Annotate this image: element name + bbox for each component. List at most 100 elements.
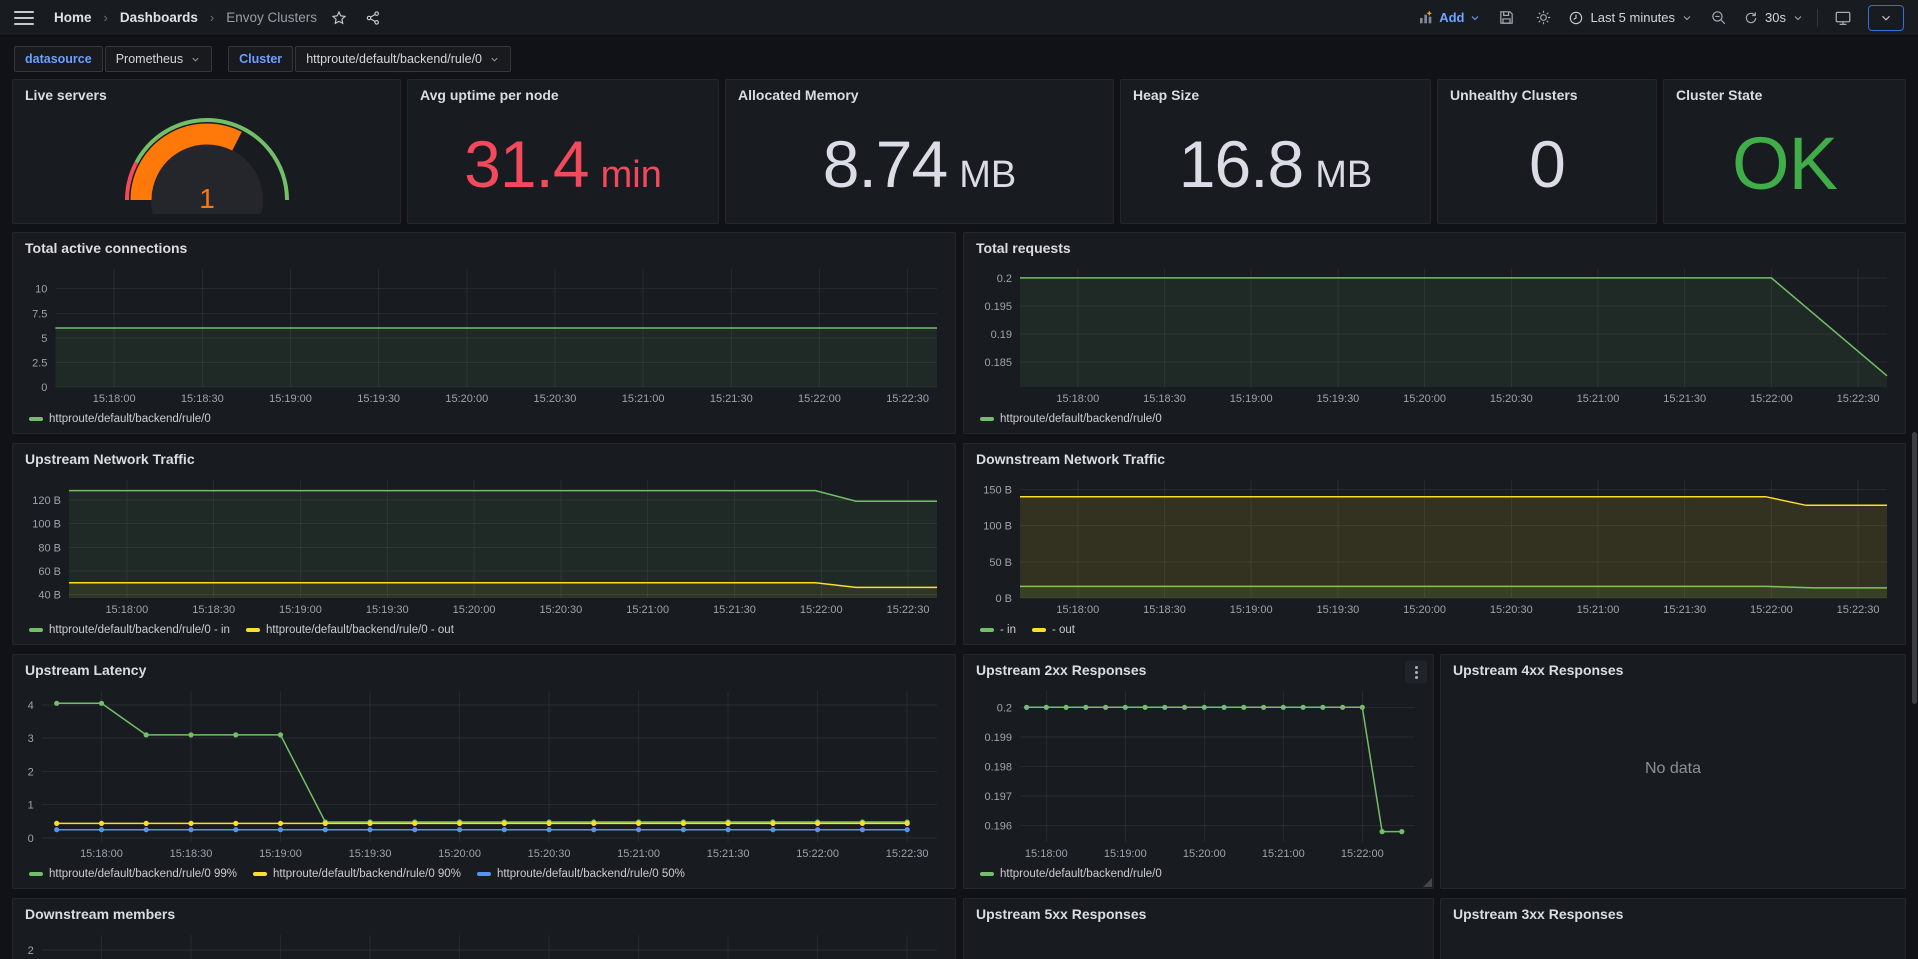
breadcrumb-home[interactable]: Home (54, 10, 92, 25)
panel-title[interactable]: Downstream members (25, 906, 175, 922)
panel-title[interactable]: Upstream Latency (25, 662, 146, 678)
add-button[interactable]: Add (1418, 10, 1481, 26)
chart-upstream-2xx[interactable]: 0.1960.1970.1980.1990.215:18:0015:19:001… (970, 685, 1425, 862)
svg-text:15:22:00: 15:22:00 (796, 848, 839, 860)
legend-item[interactable]: httproute/default/backend/rule/0 90% (253, 868, 461, 880)
svg-text:15:21:00: 15:21:00 (617, 848, 660, 860)
svg-text:15:19:00: 15:19:00 (1230, 393, 1273, 405)
svg-text:15:22:30: 15:22:30 (1837, 393, 1880, 405)
panel-title[interactable]: Avg uptime per node (420, 87, 559, 103)
panel-menu-icon[interactable] (1405, 661, 1427, 683)
settings-gear-icon[interactable] (1531, 6, 1555, 30)
stat-value: OK (1732, 121, 1837, 206)
panel-title[interactable]: Upstream 3xx Responses (1453, 906, 1623, 922)
refresh-icon (1743, 10, 1759, 26)
legend-item[interactable]: httproute/default/backend/rule/0 (980, 868, 1162, 880)
panel-title[interactable]: Cluster State (1676, 87, 1762, 103)
legend-item[interactable]: httproute/default/backend/rule/0 99% (29, 868, 237, 880)
scrollbar-thumb[interactable] (1912, 432, 1917, 704)
clock-icon (1568, 10, 1584, 26)
panel-title[interactable]: Heap Size (1133, 87, 1199, 103)
panel-title[interactable]: Upstream 2xx Responses (976, 662, 1146, 678)
chart-legend: httproute/default/backend/rule/0 (29, 410, 211, 428)
chart-upstream-network-traffic[interactable]: 40 B60 B80 B100 B120 B15:18:0015:18:3015… (19, 474, 947, 618)
svg-text:15:20:30: 15:20:30 (539, 604, 582, 616)
svg-text:0.196: 0.196 (984, 821, 1012, 833)
svg-text:150 B: 150 B (983, 484, 1012, 496)
svg-text:80 B: 80 B (38, 542, 61, 554)
svg-text:15:19:30: 15:19:30 (1316, 604, 1359, 616)
refresh-picker[interactable]: 30s (1743, 10, 1804, 26)
panel-title[interactable]: Downstream Network Traffic (976, 451, 1165, 467)
divider (1817, 9, 1818, 27)
panel-title[interactable]: Allocated Memory (738, 87, 859, 103)
panel-upstream-network-traffic: Upstream Network Traffic 40 B60 B80 B100… (12, 443, 956, 645)
panel-upstream-4xx: Upstream 4xx Responses No data (1440, 654, 1906, 889)
cluster-select[interactable]: httproute/default/backend/rule/0 (295, 46, 511, 72)
panel-title[interactable]: Total requests (976, 240, 1071, 256)
legend-item[interactable]: httproute/default/backend/rule/0 - in (29, 624, 230, 636)
grafana-dashboard: Home › Dashboards › Envoy Clusters (0, 0, 1918, 959)
svg-text:15:21:30: 15:21:30 (710, 393, 753, 405)
svg-text:15:18:30: 15:18:30 (1143, 393, 1186, 405)
breadcrumb-separator: › (208, 10, 216, 25)
legend-series-label: httproute/default/backend/rule/0 99% (49, 868, 237, 880)
svg-text:15:18:00: 15:18:00 (1025, 848, 1068, 860)
svg-text:15:21:00: 15:21:00 (1262, 848, 1305, 860)
svg-text:15:19:30: 15:19:30 (366, 604, 409, 616)
time-range-picker[interactable]: Last 5 minutes (1568, 10, 1693, 26)
panel-resize-handle[interactable] (1423, 878, 1432, 887)
breadcrumb-dashboards[interactable]: Dashboards (120, 10, 198, 25)
legend-series-label: - in (1000, 624, 1016, 636)
panel-title[interactable]: Unhealthy Clusters (1450, 87, 1578, 103)
svg-text:0.185: 0.185 (984, 357, 1012, 369)
save-icon[interactable] (1494, 6, 1518, 30)
svg-text:4: 4 (28, 700, 34, 712)
legend-item[interactable]: httproute/default/backend/rule/0 (29, 413, 211, 425)
panel-title[interactable]: Live servers (25, 87, 107, 103)
panel-downstream-network-traffic: Downstream Network Traffic 0 B50 B100 B1… (963, 443, 1906, 645)
chart-total-active-connections[interactable]: 02.557.51015:18:0015:18:3015:19:0015:19:… (19, 263, 947, 407)
legend-item[interactable]: httproute/default/backend/rule/0 50% (477, 868, 685, 880)
panel-title[interactable]: Total active connections (25, 240, 187, 256)
favorite-star-icon[interactable] (327, 6, 351, 30)
legend-item[interactable]: - out (1032, 624, 1075, 636)
chart-downstream-members[interactable]: 215:18:0015:18:3015:19:0015:19:3015:20:0… (19, 929, 947, 959)
cluster-label: Cluster (228, 46, 293, 72)
breadcrumb-separator: › (102, 10, 110, 25)
legend-series-label: httproute/default/backend/rule/0 50% (497, 868, 685, 880)
panel-upstream-3xx: Upstream 3xx Responses (1440, 898, 1906, 959)
svg-text:15:21:30: 15:21:30 (707, 848, 750, 860)
datasource-select[interactable]: Prometheus (105, 46, 212, 72)
legend-series-label: httproute/default/backend/rule/0 90% (273, 868, 461, 880)
menu-icon[interactable] (14, 11, 34, 25)
chart-downstream-network-traffic[interactable]: 0 B50 B100 B150 B15:18:0015:18:3015:19:0… (970, 474, 1897, 618)
chart-total-requests[interactable]: 0.1850.190.1950.215:18:0015:18:3015:19:0… (970, 263, 1897, 407)
panel-live-servers: Live servers 1 (12, 79, 401, 224)
svg-text:15:20:00: 15:20:00 (1183, 848, 1226, 860)
panel-title[interactable]: Upstream 4xx Responses (1453, 662, 1623, 678)
chart-legend: httproute/default/backend/rule/0 (980, 410, 1162, 428)
stat-value: 8.74MB (823, 126, 1016, 202)
tv-mode-icon[interactable] (1831, 6, 1855, 30)
panel-cluster-state: Cluster State OK (1663, 79, 1906, 224)
share-icon[interactable] (361, 6, 385, 30)
svg-text:15:20:00: 15:20:00 (1403, 604, 1446, 616)
breadcrumb-current: Envoy Clusters (226, 10, 317, 25)
panel-title[interactable]: Upstream 5xx Responses (976, 906, 1146, 922)
legend-series-color (980, 628, 994, 632)
panel-title[interactable]: Upstream Network Traffic (25, 451, 195, 467)
svg-text:0.2: 0.2 (997, 702, 1012, 714)
chart-legend: - in - out (980, 621, 1075, 639)
legend-item[interactable]: httproute/default/backend/rule/0 - out (246, 624, 454, 636)
svg-text:0.199: 0.199 (984, 732, 1012, 744)
svg-text:15:20:00: 15:20:00 (445, 393, 488, 405)
legend-item[interactable]: - in (980, 624, 1016, 636)
legend-item[interactable]: httproute/default/backend/rule/0 (980, 413, 1162, 425)
legend-series-color (1032, 628, 1046, 632)
chart-upstream-latency[interactable]: 0123415:18:0015:18:3015:19:0015:19:3015:… (19, 685, 947, 862)
svg-text:50 B: 50 B (989, 557, 1012, 569)
svg-text:0.198: 0.198 (984, 762, 1012, 774)
collapse-nav-button[interactable] (1868, 5, 1904, 31)
zoom-out-icon[interactable] (1706, 6, 1730, 30)
